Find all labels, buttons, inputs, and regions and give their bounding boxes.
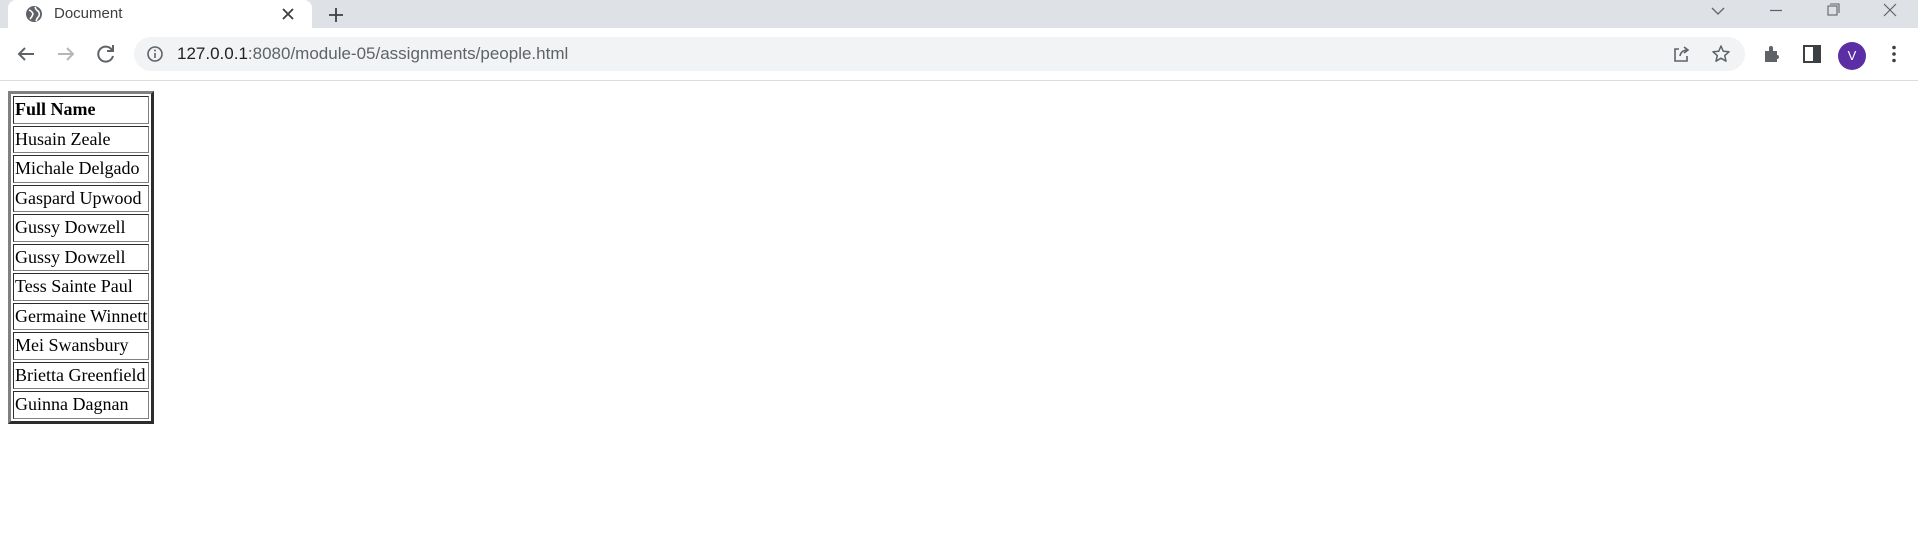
people-table: Full Name Husain Zeale Michale Delgado Gas… [8,91,155,424]
back-icon[interactable] [10,38,42,70]
table-row: Tess Sainte Paul [13,273,150,301]
chevron-down-icon[interactable] [1690,0,1746,24]
side-panel-icon[interactable] [1800,42,1824,66]
table-header-row: Full Name [13,96,150,124]
page-content: Full Name Husain Zeale Michale Delgado Gas… [0,82,1918,537]
minimize-icon[interactable] [1748,0,1804,24]
url-text[interactable]: 127.0.0.1:8080/module-05/assignments/peo… [177,45,568,63]
full-name-cell: Mei Swansbury [13,332,150,360]
url-path: :8080/module-05/assignments/people.html [247,44,569,63]
table-row: Gussy Dowzell [13,214,150,242]
tab-title: Document [54,5,123,22]
info-icon[interactable] [146,45,164,63]
table-row: Guinna Dagnan [13,391,150,419]
tab-strip: Document [0,0,1918,28]
window-close-icon[interactable] [1862,0,1918,24]
full-name-cell: Tess Sainte Paul [13,273,150,301]
full-name-cell: Brietta Greenfield [13,361,150,389]
url-host: 127.0.0.1 [177,44,248,63]
table-row: Germaine Winnett [13,302,150,330]
table-row: Brietta Greenfield [13,361,150,389]
table-row: Gaspard Upwood [13,184,150,212]
full-name-cell: Germaine Winnett [13,302,150,330]
full-name-cell: Gussy Dowzell [13,214,150,242]
full-name-cell: Michale Delgado [13,155,150,183]
profile-avatar[interactable]: V [1838,42,1866,70]
kebab-menu-icon[interactable] [1882,42,1906,66]
table-row: Mei Swansbury [13,332,150,360]
full-name-cell: Husain Zeale [13,125,150,153]
full-name-cell: Gussy Dowzell [13,243,150,271]
column-header-full-name: Full Name [13,96,150,124]
plus-icon[interactable] [324,3,348,27]
share-icon[interactable] [1671,44,1691,64]
forward-icon[interactable] [50,38,82,70]
browser-toolbar: 127.0.0.1:8080/module-05/assignments/peo… [0,28,1918,81]
table-row: Husain Zeale [13,125,150,153]
full-name-cell: Guinna Dagnan [13,391,150,419]
table-body: Husain Zeale Michale Delgado Gaspard Upwoo… [13,125,150,419]
table-row: Michale Delgado [13,155,150,183]
tab-document[interactable]: Document [8,0,312,28]
restore-icon[interactable] [1805,0,1861,24]
full-name-cell: Gaspard Upwood [13,184,150,212]
reload-icon[interactable] [90,38,122,70]
table-row: Gussy Dowzell [13,243,150,271]
address-bar[interactable]: 127.0.0.1:8080/module-05/assignments/peo… [134,37,1745,71]
extensions-icon[interactable] [1760,42,1784,66]
star-icon[interactable] [1711,44,1731,64]
close-icon[interactable] [278,4,298,24]
globe-icon [26,6,42,22]
